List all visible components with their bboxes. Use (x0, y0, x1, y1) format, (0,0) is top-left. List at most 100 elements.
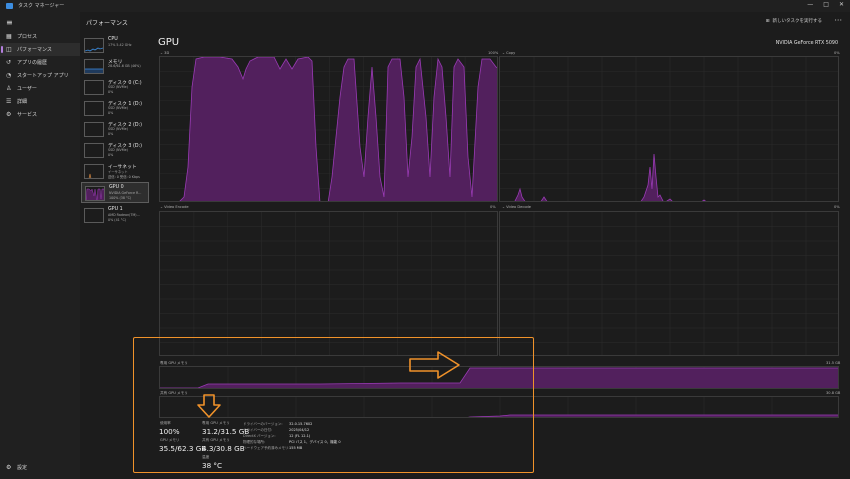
device-usage: 0% (108, 111, 114, 115)
maximize-button[interactable]: □ (823, 1, 829, 8)
annotation-right-arrow-icon (409, 351, 460, 379)
directx-version-value: 12 (FL 12.1) (289, 434, 311, 438)
run-new-task-button[interactable]: ⊞ 新しいタスクを実行する (765, 18, 823, 25)
hamburger-menu-icon[interactable]: ≡ (6, 18, 13, 27)
device-usage: 0% (108, 90, 114, 94)
device-usage: 0% (41 °C) (108, 218, 127, 222)
engine-encode-label: ⌄ Video Encode (160, 205, 189, 209)
close-button[interactable]: ✕ (839, 1, 844, 8)
task-manager-icon (6, 3, 13, 9)
details-icon: ☰ (6, 98, 12, 105)
engine-decode-graph (499, 211, 839, 356)
temperature-value: 38 °C (202, 461, 223, 470)
device-disk-0[interactable]: ディスク 0 (C:) SSD (NVMe) 0% (81, 77, 149, 98)
sidebar-item-label: ユーザー (17, 86, 37, 92)
device-thumbnail (84, 164, 104, 179)
device-detail: AMD Radeon(TM)... (108, 213, 140, 217)
gpu-memory-value: 35.5/62.3 GB (159, 444, 207, 453)
physical-location-label: 物理的な場所: (243, 440, 266, 444)
device-thumbnail (84, 59, 104, 74)
device-usage: 送信: 0 受信: 0 Kbps (108, 175, 140, 179)
temperature-label: 温度 (202, 455, 210, 459)
users-icon: ♙ (6, 85, 12, 92)
sidebar-item-performance[interactable]: ◫ パフォーマンス (0, 43, 80, 56)
device-thumbnail (84, 101, 104, 116)
sidebar-item-label: 詳細 (17, 99, 28, 105)
startup-icon: ◔ (6, 72, 12, 79)
dedicated-memory-max: 31.5 GB (826, 361, 841, 365)
grid-icon: ▦ (6, 33, 12, 40)
device-list: CPU 17% 5.42 GHz メモリ 28.6/61.6 GB (46%) … (80, 32, 150, 479)
new-task-icon: ⊞ (765, 18, 770, 24)
sidebar-item-users[interactable]: ♙ ユーザー (0, 82, 80, 95)
device-disk-2[interactable]: ディスク 2 (D:) SSD (NVMe) 0% (81, 119, 149, 140)
title-bar: タスク マネージャー — □ ✕ (0, 0, 850, 12)
sidebar-item-settings[interactable]: ⚙ 設定 (6, 464, 27, 471)
driver-date-value: 2025/04/12 (289, 428, 310, 432)
device-memory[interactable]: メモリ 28.6/61.6 GB (46%) (81, 56, 149, 77)
device-detail: SSD (NVMe) (108, 127, 128, 131)
sidebar-item-label: パフォーマンス (17, 47, 52, 53)
gear-icon: ⚙ (6, 464, 12, 471)
sidebar-item-label: プロセス (17, 34, 38, 40)
window-controls: — □ ✕ (807, 1, 844, 8)
device-name: GPU 1 (108, 207, 123, 212)
device-usage: 100% (38 °C) (109, 196, 132, 200)
device-ethernet[interactable]: イーサネット イーサネット 送信: 0 受信: 0 Kbps (81, 161, 149, 182)
device-cpu[interactable]: CPU 17% 5.42 GHz (81, 35, 149, 56)
engine-copy-label: ⌄ Copy (502, 51, 516, 55)
shared-stat-value: 4.3/30.8 GB (202, 444, 245, 453)
shared-stat-label: 共有 GPU メモリ (202, 438, 230, 442)
shared-memory-max: 30.8 GB (826, 391, 841, 395)
sidebar-item-processes[interactable]: ▦ プロセス (0, 30, 80, 43)
device-thumbnail (84, 80, 104, 95)
device-detail: SSD (NVMe) (108, 85, 128, 89)
sidebar-item-label: アプリの履歴 (17, 60, 48, 66)
driver-date-label: ドライバーの日付: (243, 428, 273, 432)
page-title: パフォーマンス (86, 20, 128, 27)
minimize-button[interactable]: — (807, 1, 813, 8)
sidebar-item-label: サービス (17, 112, 38, 118)
engine-decode-pct: 0% (834, 205, 840, 209)
dedicated-stat-label: 専用 GPU メモリ (202, 421, 230, 425)
window-title: タスク マネージャー (18, 3, 65, 9)
sidebar: ≡ ▦ プロセス ◫ パフォーマンス ↺ アプリの履歴 ◔ スタートアップ アプ… (0, 12, 80, 479)
engine-encode-pct: 0% (490, 205, 496, 209)
device-thumbnail (84, 208, 104, 223)
engine-copy-pct: 0% (834, 51, 840, 55)
settings-label: 設定 (17, 465, 28, 471)
run-new-task-label: 新しいタスクを実行する (772, 19, 823, 24)
sidebar-item-services[interactable]: ⚙ サービス (0, 108, 80, 121)
device-name: GPU 0 (109, 185, 124, 190)
usage-label: 使用率 (160, 421, 171, 425)
device-detail: 28.6/61.6 GB (46%) (108, 64, 141, 68)
more-options-icon[interactable]: ··· (834, 16, 842, 25)
device-detail: SSD (NVMe) (108, 106, 128, 110)
device-gpu-1[interactable]: GPU 1 AMD Radeon(TM)... 0% (41 °C) (81, 205, 149, 226)
reserved-memory-label: ハードウェア予約済みメモリ: (243, 446, 290, 450)
gpu-memory-label: GPU メモリ (160, 438, 180, 442)
engine-3d-label: ⌄ 3D (160, 51, 170, 55)
sidebar-item-details[interactable]: ☰ 詳細 (0, 95, 80, 108)
device-thumbnail (84, 143, 104, 158)
annotation-down-arrow-icon (197, 394, 221, 418)
performance-icon: ◫ (6, 46, 12, 53)
gpu-title: GPU (158, 37, 180, 48)
sidebar-item-startup[interactable]: ◔ スタートアップ アプリ (0, 69, 80, 82)
usage-value: 100% (159, 427, 180, 436)
device-thumbnail (85, 186, 105, 201)
sidebar-item-app-history[interactable]: ↺ アプリの履歴 (0, 56, 80, 69)
device-disk-3[interactable]: ディスク 3 (D:) SSD (NVMe) 0% (81, 140, 149, 161)
services-icon: ⚙ (6, 111, 12, 118)
device-disk-1[interactable]: ディスク 1 (D:) SSD (NVMe) 0% (81, 98, 149, 119)
device-gpu-0[interactable]: GPU 0 NVIDIA GeForce R... 100% (38 °C) (81, 182, 149, 203)
sidebar-item-label: スタートアップ アプリ (17, 73, 69, 79)
shared-memory-graph (159, 396, 839, 418)
sidebar-nav: ▦ プロセス ◫ パフォーマンス ↺ アプリの履歴 ◔ スタートアップ アプリ … (0, 30, 80, 121)
device-thumbnail (84, 38, 104, 53)
gpu-model: NVIDIA GeForce RTX 5090 (775, 41, 838, 46)
physical-location-value: PCI バス 1、デバイス 0、機能 0 (289, 440, 341, 444)
reserved-memory-value: 155 MB (289, 446, 303, 450)
history-icon: ↺ (6, 59, 12, 66)
dedicated-memory-graph (159, 366, 839, 389)
